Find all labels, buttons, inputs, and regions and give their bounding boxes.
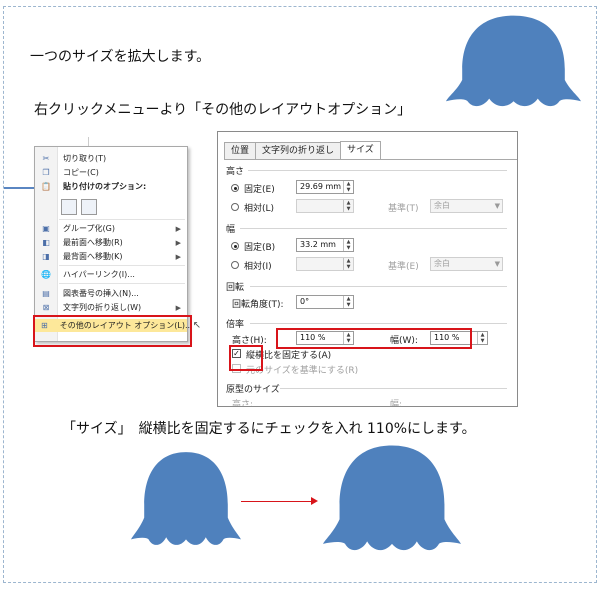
height-basis-label: 基準(T) (388, 204, 419, 214)
submenu-arrow-icon: ▶ (175, 224, 181, 233)
section-rule (248, 170, 507, 171)
tab-size[interactable]: サイズ (340, 141, 381, 159)
caption-size-instructions: 「サイズ」 縦横比を固定するにチェックを入れ 110%にします。 (62, 421, 476, 437)
menu-item-wrap-text[interactable]: ⊠ 文字列の折り返し(W) ▶ (35, 301, 187, 314)
highlight-box-scale (276, 328, 472, 349)
section-rule (250, 323, 507, 324)
arrow-head-icon (311, 497, 318, 505)
spin-arrows-icon[interactable]: ▲ ▼ (343, 200, 353, 212)
octopus-shape-top[interactable] (446, 13, 581, 120)
tab-text-wrapping[interactable]: 文字列の折り返し (255, 142, 342, 159)
tab-position[interactable]: 位置 (224, 142, 257, 159)
height-fixed-input[interactable]: 29.69 mm ▲ ▼ (296, 180, 354, 194)
mouse-cursor-icon: ↖ (192, 320, 201, 331)
caption-icon: ▤ (42, 289, 50, 298)
menu-item-send-back[interactable]: ◨ 最背面へ移動(K) ▶ (35, 250, 187, 263)
section-width-title: 幅 (226, 225, 236, 235)
octopus-shape-original[interactable] (131, 450, 241, 559)
menu-item-copy[interactable]: ❐ コピー(C) (35, 166, 187, 179)
height-fixed-radio[interactable] (231, 184, 239, 192)
scissors-icon: ✂ (42, 154, 50, 163)
section-height-title: 高さ (226, 167, 245, 177)
width-fixed-value: 33.2 mm (300, 240, 336, 249)
menu-item-cut-label: 切り取り(T) (63, 154, 107, 163)
dialog-tabs: 位置 文字列の折り返し サイズ (224, 141, 381, 159)
menu-item-bring-front-label: 最前面へ移動(R) (63, 238, 123, 247)
menu-item-insert-caption[interactable]: ▤ 図表番号の挿入(N)... (35, 287, 187, 300)
height-relative-radio[interactable] (231, 203, 239, 211)
width-basis-select[interactable]: 余白 ▼ (430, 257, 503, 271)
highlight-box-lock (229, 345, 263, 371)
spin-arrows-icon[interactable]: ▲ ▼ (477, 332, 487, 344)
menu-item-copy-label: コピー(C) (63, 168, 99, 177)
height-relative-label: 相対(L) (244, 204, 275, 214)
caption-enlarge: 一つのサイズを拡大します。 (30, 49, 211, 65)
submenu-arrow-icon: ▶ (175, 252, 181, 261)
highlight-box-menu (33, 315, 192, 347)
spin-arrows-icon[interactable]: ▲ ▼ (343, 258, 353, 270)
width-relative-label: 相対(I) (244, 262, 272, 272)
spin-arrows-icon[interactable]: ▲ ▼ (343, 181, 353, 193)
submenu-arrow-icon: ▶ (175, 303, 181, 312)
menu-item-paste-options-label: 貼り付けのオプション: (63, 182, 147, 191)
original-height-label: 高さ: (232, 400, 254, 407)
arrow-line (241, 501, 314, 502)
menu-item-group[interactable]: ▣ グループ化(G) ▶ (35, 222, 187, 235)
width-basis-label: 基準(E) (388, 262, 419, 272)
menu-item-hyperlink[interactable]: 🌐 ハイパーリンク(I)... (35, 268, 187, 281)
menu-item-wrap-text-label: 文字列の折り返し(W) (63, 303, 142, 312)
group-icon: ▣ (42, 224, 50, 233)
chevron-down-icon: ▼ (494, 202, 500, 210)
chevron-down-icon: ▼ (494, 260, 500, 268)
rotation-angle-value: 0° (300, 297, 310, 306)
height-fixed-label: 固定(E) (244, 185, 275, 195)
menu-item-hyperlink-label: ハイパーリンク(I)... (63, 270, 135, 279)
tab-underline (224, 159, 517, 160)
section-scale-title: 倍率 (226, 320, 245, 330)
clipboard-icon: 📋 (41, 182, 51, 191)
caption-right-click: 右クリックメニューより「その他のレイアウトオプション」 (34, 102, 412, 118)
menu-separator (59, 219, 185, 220)
menu-item-paste-options: 📋 貼り付けのオプション: (35, 180, 187, 193)
rotation-angle-label: 回転角度(T): (232, 300, 284, 310)
menu-item-insert-caption-label: 図表番号の挿入(N)... (63, 289, 139, 298)
section-original-title: 原型のサイズ (226, 385, 280, 395)
menu-item-cut[interactable]: ✂ 切り取り(T) (35, 152, 187, 165)
spin-arrows-icon[interactable]: ▲ ▼ (343, 239, 353, 251)
section-rule (240, 228, 507, 229)
wrap-text-icon: ⊠ (42, 303, 50, 312)
width-fixed-radio[interactable] (231, 242, 239, 250)
hyperlink-icon: 🌐 (41, 270, 51, 279)
height-fixed-value: 29.69 mm (300, 182, 342, 191)
menu-separator (59, 265, 185, 266)
bring-front-icon: ◧ (42, 238, 50, 247)
context-menu: ✂ 切り取り(T) ❐ コピー(C) 📋 貼り付けのオプション: ▣ グループ化… (34, 146, 201, 342)
rotation-angle-input[interactable]: 0° ▲ ▼ (296, 295, 354, 309)
octopus-shape-enlarged[interactable] (323, 443, 461, 566)
send-back-icon: ◨ (42, 252, 50, 261)
section-rule (250, 286, 507, 287)
menu-item-send-back-label: 最背面へ移動(K) (63, 252, 123, 261)
copy-icon: ❐ (42, 168, 50, 177)
paste-picture-icon[interactable] (81, 199, 97, 215)
section-rotation-title: 回転 (226, 283, 245, 293)
height-relative-input[interactable]: ▲ ▼ (296, 199, 354, 213)
submenu-arrow-icon: ▶ (175, 238, 181, 247)
width-basis-value: 余白 (434, 259, 450, 268)
width-fixed-label: 固定(B) (244, 243, 276, 253)
menu-separator (59, 283, 185, 284)
width-relative-radio[interactable] (231, 261, 239, 269)
width-relative-input[interactable]: ▲ ▼ (296, 257, 354, 271)
paste-keep-format-icon[interactable] (61, 199, 77, 215)
paste-option-buttons (61, 199, 97, 215)
height-basis-select[interactable]: 余白 ▼ (430, 199, 503, 213)
original-width-label: 幅: (390, 400, 403, 407)
spin-arrows-icon[interactable]: ▲ ▼ (343, 296, 353, 308)
menu-item-bring-front[interactable]: ◧ 最前面へ移動(R) ▶ (35, 236, 187, 249)
menu-item-group-label: グループ化(G) (63, 224, 115, 233)
section-rule (280, 388, 507, 389)
width-fixed-input[interactable]: 33.2 mm ▲ ▼ (296, 238, 354, 252)
height-basis-value: 余白 (434, 201, 450, 210)
